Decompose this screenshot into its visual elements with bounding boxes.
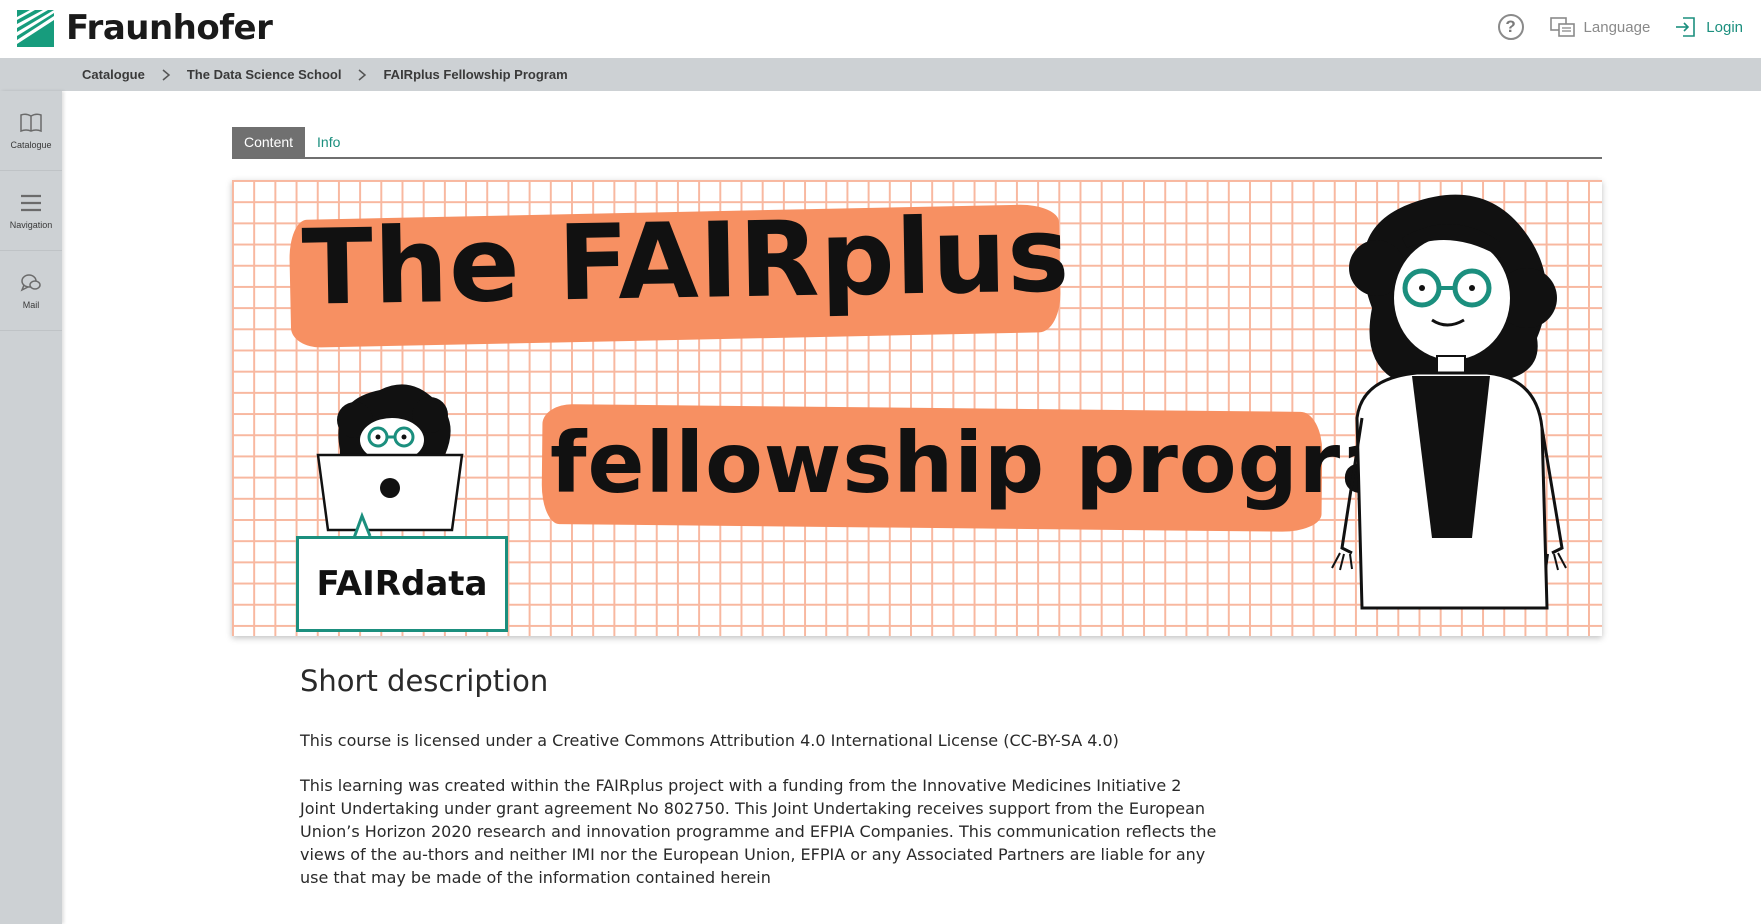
breadcrumb-item-data-science-school[interactable]: The Data Science School	[187, 67, 342, 82]
laptop-person-illustration	[316, 384, 464, 539]
menu-icon	[21, 194, 41, 211]
chevron-right-icon	[355, 68, 369, 82]
course-banner: The FAIRplus fellowship program FAIRdata	[232, 180, 1602, 636]
chevron-right-icon	[159, 68, 173, 82]
language-label: Language	[1583, 18, 1651, 36]
banner-title-line1: The FAIRplus	[300, 193, 1072, 329]
top-header: Fraunhofer ? Language Login	[0, 0, 1761, 58]
sidebar-item-label: Mail	[22, 299, 40, 310]
sidebar-item-label: Catalogue	[10, 139, 52, 150]
breadcrumb-current: FAIRplus Fellowship Program	[383, 67, 568, 82]
description-funding: This learning was created within the FAI…	[300, 776, 1217, 887]
tab-content[interactable]: Content	[232, 127, 306, 157]
sidebar-item-label: Navigation	[9, 219, 53, 230]
sidebar-item-mail[interactable]: Mail	[0, 251, 62, 331]
help-icon[interactable]: ?	[1497, 14, 1524, 40]
language-icon	[1549, 17, 1575, 37]
sidebar-item-navigation[interactable]: Navigation	[0, 171, 62, 251]
breadcrumb: Catalogue The Data Science School FAIRpl…	[0, 58, 1761, 91]
breadcrumb-item-catalogue[interactable]: Catalogue	[82, 67, 145, 82]
brand-name: Fraunhofer	[66, 8, 273, 48]
sidebar-item-catalogue[interactable]: Catalogue	[0, 91, 62, 171]
woman-illustration	[1331, 194, 1567, 610]
tab-info[interactable]: Info	[305, 127, 352, 157]
header-actions: ? Language Login	[1497, 12, 1743, 42]
sidebar: Catalogue Navigation Mail	[0, 91, 62, 924]
description-license: This course is licensed under a Creative…	[300, 731, 1119, 750]
fraunhofer-logo-icon	[17, 10, 54, 47]
fairdata-label: FAIRdata	[316, 564, 488, 604]
content-tabs: Content Info	[232, 127, 1602, 159]
help-glyph: ?	[1505, 17, 1516, 36]
book-icon	[20, 112, 42, 132]
language-button[interactable]: Language	[1549, 16, 1651, 38]
login-button[interactable]: Login	[1674, 16, 1743, 38]
brand-logo[interactable]: Fraunhofer	[17, 8, 273, 48]
description-title: Short description	[300, 664, 549, 698]
login-label: Login	[1706, 18, 1743, 36]
login-icon	[1676, 17, 1696, 37]
fairdata-badge: FAIRdata	[296, 536, 508, 632]
chat-icon	[20, 273, 41, 292]
